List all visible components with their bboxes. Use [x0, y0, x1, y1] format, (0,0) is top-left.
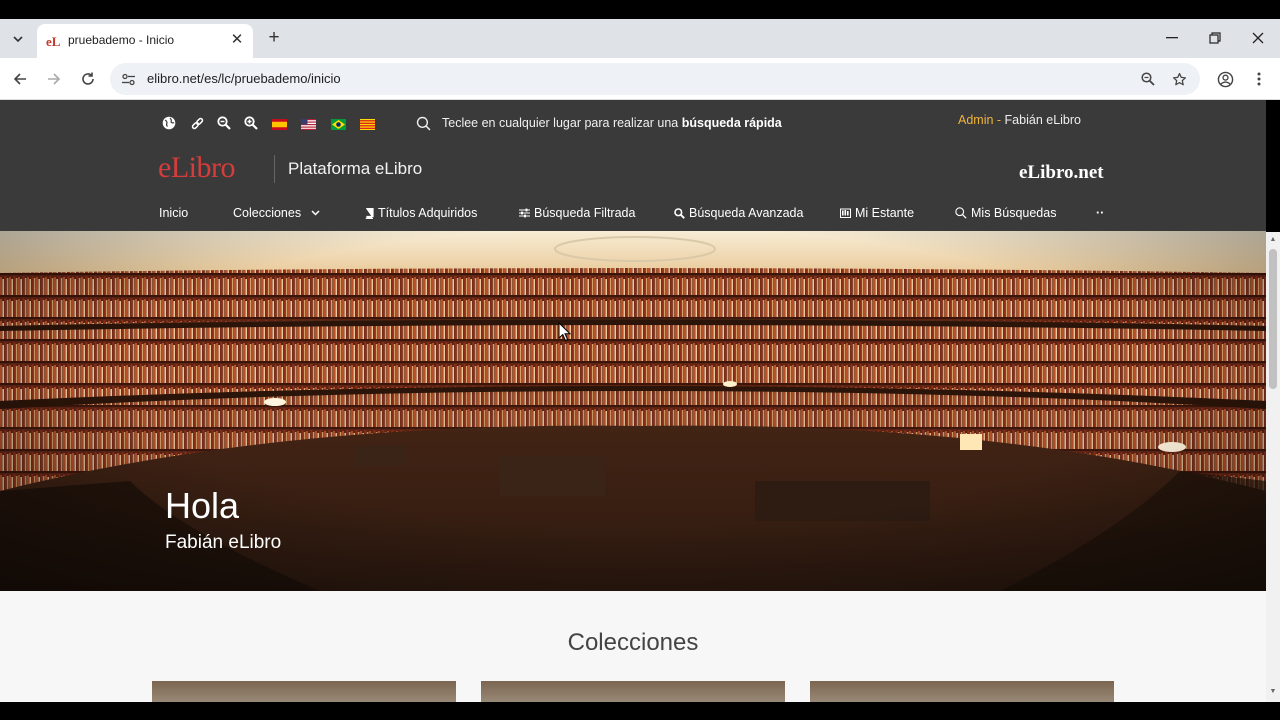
- user-separator: -: [993, 113, 1005, 127]
- browser-tabstrip: eL pruebademo - Inicio ✕ +: [0, 19, 1280, 58]
- brand-right-logo[interactable]: eLibro.net: [1019, 162, 1104, 184]
- restore-icon[interactable]: [1202, 27, 1228, 49]
- collection-card[interactable]: [810, 681, 1114, 702]
- quick-search-text: Teclee en cualquier lugar para realizar …: [442, 116, 782, 130]
- hero-greeting: Hola: [165, 485, 240, 526]
- mouse-cursor-icon: [558, 322, 572, 342]
- scroll-thumb[interactable]: [1269, 249, 1277, 389]
- usa-flag[interactable]: [301, 119, 316, 130]
- hero-user-name: Fabián eLibro: [165, 532, 282, 553]
- search-outline-icon: [955, 207, 967, 219]
- nav-estante-label: Mi Estante: [855, 206, 915, 220]
- nav-mis-busquedas[interactable]: Mis Búsquedas: [955, 204, 1056, 222]
- sliders-icon: [519, 208, 530, 218]
- site-viewport: Teclee en cualquier lugar para realizar …: [0, 100, 1266, 702]
- nav-colecciones-label: Colecciones: [233, 206, 302, 220]
- tab-title: pruebademo - Inicio: [68, 33, 175, 47]
- browser-tab[interactable]: eL pruebademo - Inicio ✕: [37, 24, 253, 58]
- tab-search-icon[interactable]: [6, 27, 30, 51]
- url-text: elibro.net/es/lc/pruebademo/inicio: [147, 71, 341, 86]
- user-info[interactable]: Admin - Fabián eLibro: [958, 113, 1266, 127]
- elibro-logo[interactable]: eLibro: [158, 151, 235, 185]
- hero-banner: Hola Fabián eLibro: [0, 231, 1266, 591]
- reload-icon[interactable]: [76, 67, 100, 91]
- minimize-icon[interactable]: [1159, 27, 1185, 49]
- quick-search-bold: búsqueda rápida: [681, 116, 782, 130]
- back-icon[interactable]: [8, 67, 32, 91]
- plus-icon[interactable]: +: [264, 28, 284, 48]
- nav-filtrada-label: Búsqueda Filtrada: [534, 206, 636, 220]
- nav-inicio-label: Inicio: [159, 206, 189, 220]
- favicon-icon: eL: [46, 34, 61, 49]
- zoom-out-icon[interactable]: [216, 115, 232, 131]
- scroll-up-icon[interactable]: ▲: [1266, 234, 1280, 246]
- nav-busqueda-avanzada[interactable]: Búsqueda Avanzada: [674, 204, 803, 222]
- zoom-in-icon[interactable]: [243, 115, 259, 131]
- nav-busqueda-filtrada[interactable]: Búsqueda Filtrada: [519, 204, 635, 222]
- link-icon[interactable]: [189, 115, 205, 131]
- address-bar[interactable]: elibro.net/es/lc/pruebademo/inicio: [110, 63, 1200, 95]
- scroll-down-icon[interactable]: ▼: [1266, 686, 1280, 698]
- logo-divider: [274, 155, 275, 183]
- platform-name: Plataforma eLibro: [288, 159, 423, 178]
- zoom-icon[interactable]: [1139, 70, 1157, 88]
- menu-kebab-icon[interactable]: [1248, 68, 1270, 90]
- nav-titulos-adquiridos[interactable]: Títulos Adquiridos: [364, 204, 477, 222]
- nav-inicio[interactable]: Inicio: [159, 204, 188, 222]
- nav-busquedas-label: Mis Búsquedas: [971, 206, 1057, 220]
- browser-toolbar: elibro.net/es/lc/pruebademo/inicio: [0, 58, 1280, 100]
- search-icon: [416, 116, 431, 130]
- profile-icon[interactable]: [1214, 68, 1236, 90]
- site-info-icon[interactable]: [120, 71, 136, 87]
- bookmark-star-icon[interactable]: [1170, 70, 1188, 88]
- nav-more-label: ··: [1096, 206, 1105, 220]
- book-icon: [364, 207, 374, 219]
- site-header: Teclee en cualquier lugar para realizar …: [0, 100, 1266, 231]
- close-icon[interactable]: ✕: [227, 30, 247, 50]
- globe-icon[interactable]: [161, 115, 177, 131]
- window-close-icon[interactable]: [1245, 27, 1271, 49]
- nav-colecciones[interactable]: Colecciones: [233, 204, 320, 222]
- nav-mi-estante[interactable]: Mi Estante: [840, 204, 914, 222]
- nav-avanzada-label: Búsqueda Avanzada: [689, 206, 804, 220]
- quick-search-prefix: Teclee en cualquier lugar para realizar …: [442, 116, 682, 130]
- chevron-down-icon: [311, 210, 320, 216]
- spain-flag[interactable]: [272, 119, 287, 130]
- collection-card[interactable]: [481, 681, 785, 702]
- collection-card[interactable]: [152, 681, 456, 702]
- screen: eL pruebademo - Inicio ✕ + elibro.net/es…: [0, 0, 1280, 720]
- brazil-flag[interactable]: [331, 119, 346, 130]
- quick-search-hint[interactable]: Teclee en cualquier lugar para realizar …: [416, 114, 782, 132]
- catalonia-flag[interactable]: [360, 119, 375, 130]
- page-scrollbar[interactable]: ▲ ▼: [1266, 232, 1280, 702]
- nav-titulos-label: Títulos Adquiridos: [378, 206, 478, 220]
- collections-title: Colecciones: [567, 629, 699, 656]
- main-navigation: Inicio Colecciones Títulos Adquiridos Bú…: [0, 200, 1266, 224]
- user-role: Admin: [958, 113, 994, 127]
- user-name: Fabián eLibro: [1004, 113, 1081, 127]
- search-icon: [674, 207, 685, 219]
- forward-icon[interactable]: [42, 67, 66, 91]
- nav-more-button[interactable]: ··: [1096, 204, 1104, 222]
- shelf-icon: [840, 208, 851, 218]
